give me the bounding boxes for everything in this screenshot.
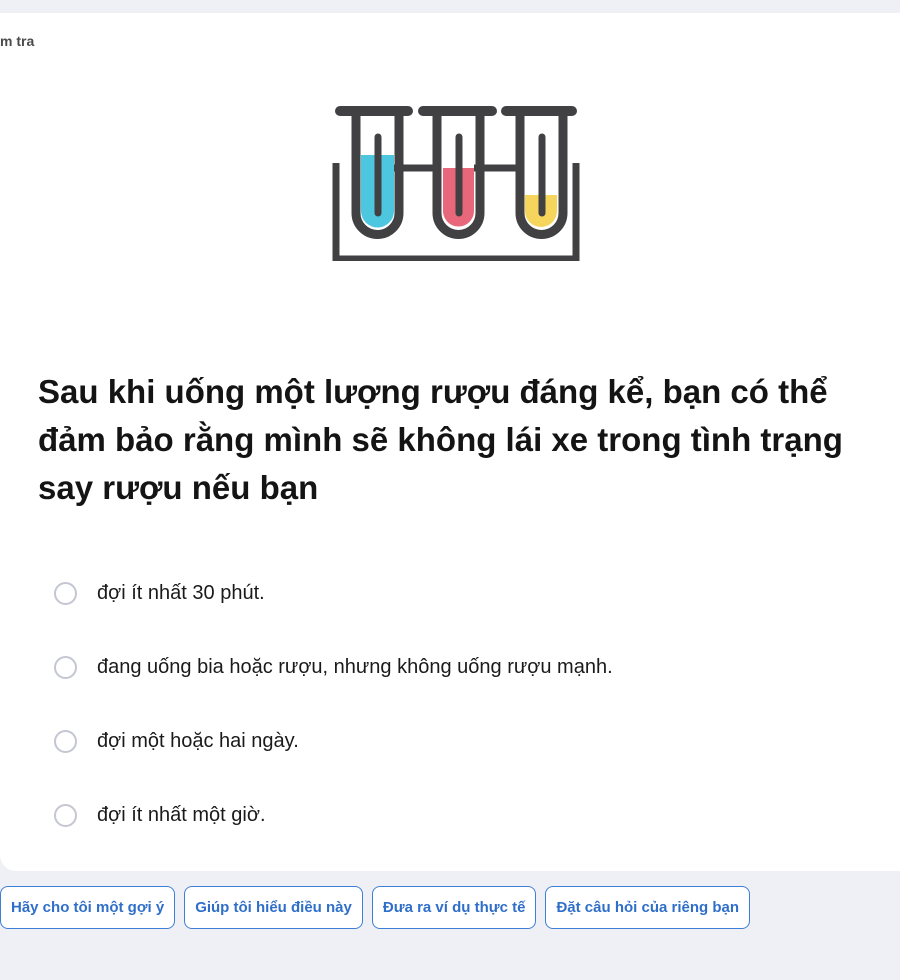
answer-option-2[interactable]: đang uống bia hoặc rượu, nhưng không uốn… [54, 637, 874, 697]
radio-button[interactable] [54, 803, 77, 827]
help-actions: Hãy cho tôi một gợi ý Giúp tôi hiểu điều… [0, 886, 751, 929]
card-label: m tra [0, 33, 35, 49]
answer-option-4[interactable]: đợi ít nhất một giờ. [54, 785, 874, 845]
answer-option-1[interactable]: đợi ít nhất 30 phút. [54, 563, 874, 623]
real-example-button[interactable]: Đưa ra ví dụ thực tế [371, 886, 537, 929]
test-tubes-icon [332, 106, 580, 261]
question-card: m tra Sau khi uống một lượng rượu đáng k… [0, 13, 900, 871]
radio-button[interactable] [54, 581, 77, 605]
explain-button[interactable]: Giúp tôi hiểu điều này [184, 886, 363, 929]
question-text: Sau khi uống một lượng rượu đáng kể, bạn… [38, 373, 843, 506]
ask-own-question-button[interactable]: Đặt câu hỏi của riêng bạn [545, 886, 751, 929]
answer-options: đợi ít nhất 30 phút. đang uống bia hoặc … [54, 563, 874, 859]
radio-button[interactable] [54, 655, 77, 679]
answer-option-3[interactable]: đợi một hoặc hai ngày. [54, 711, 874, 771]
answer-option-label: đợi ít nhất 30 phút. [97, 581, 265, 604]
answer-option-label: đợi ít nhất một giờ. [97, 803, 266, 826]
hint-button[interactable]: Hãy cho tôi một gợi ý [0, 886, 176, 929]
radio-button[interactable] [54, 729, 77, 753]
answer-option-label: đang uống bia hoặc rượu, nhưng không uốn… [97, 655, 613, 678]
answer-option-label: đợi một hoặc hai ngày. [97, 729, 299, 752]
